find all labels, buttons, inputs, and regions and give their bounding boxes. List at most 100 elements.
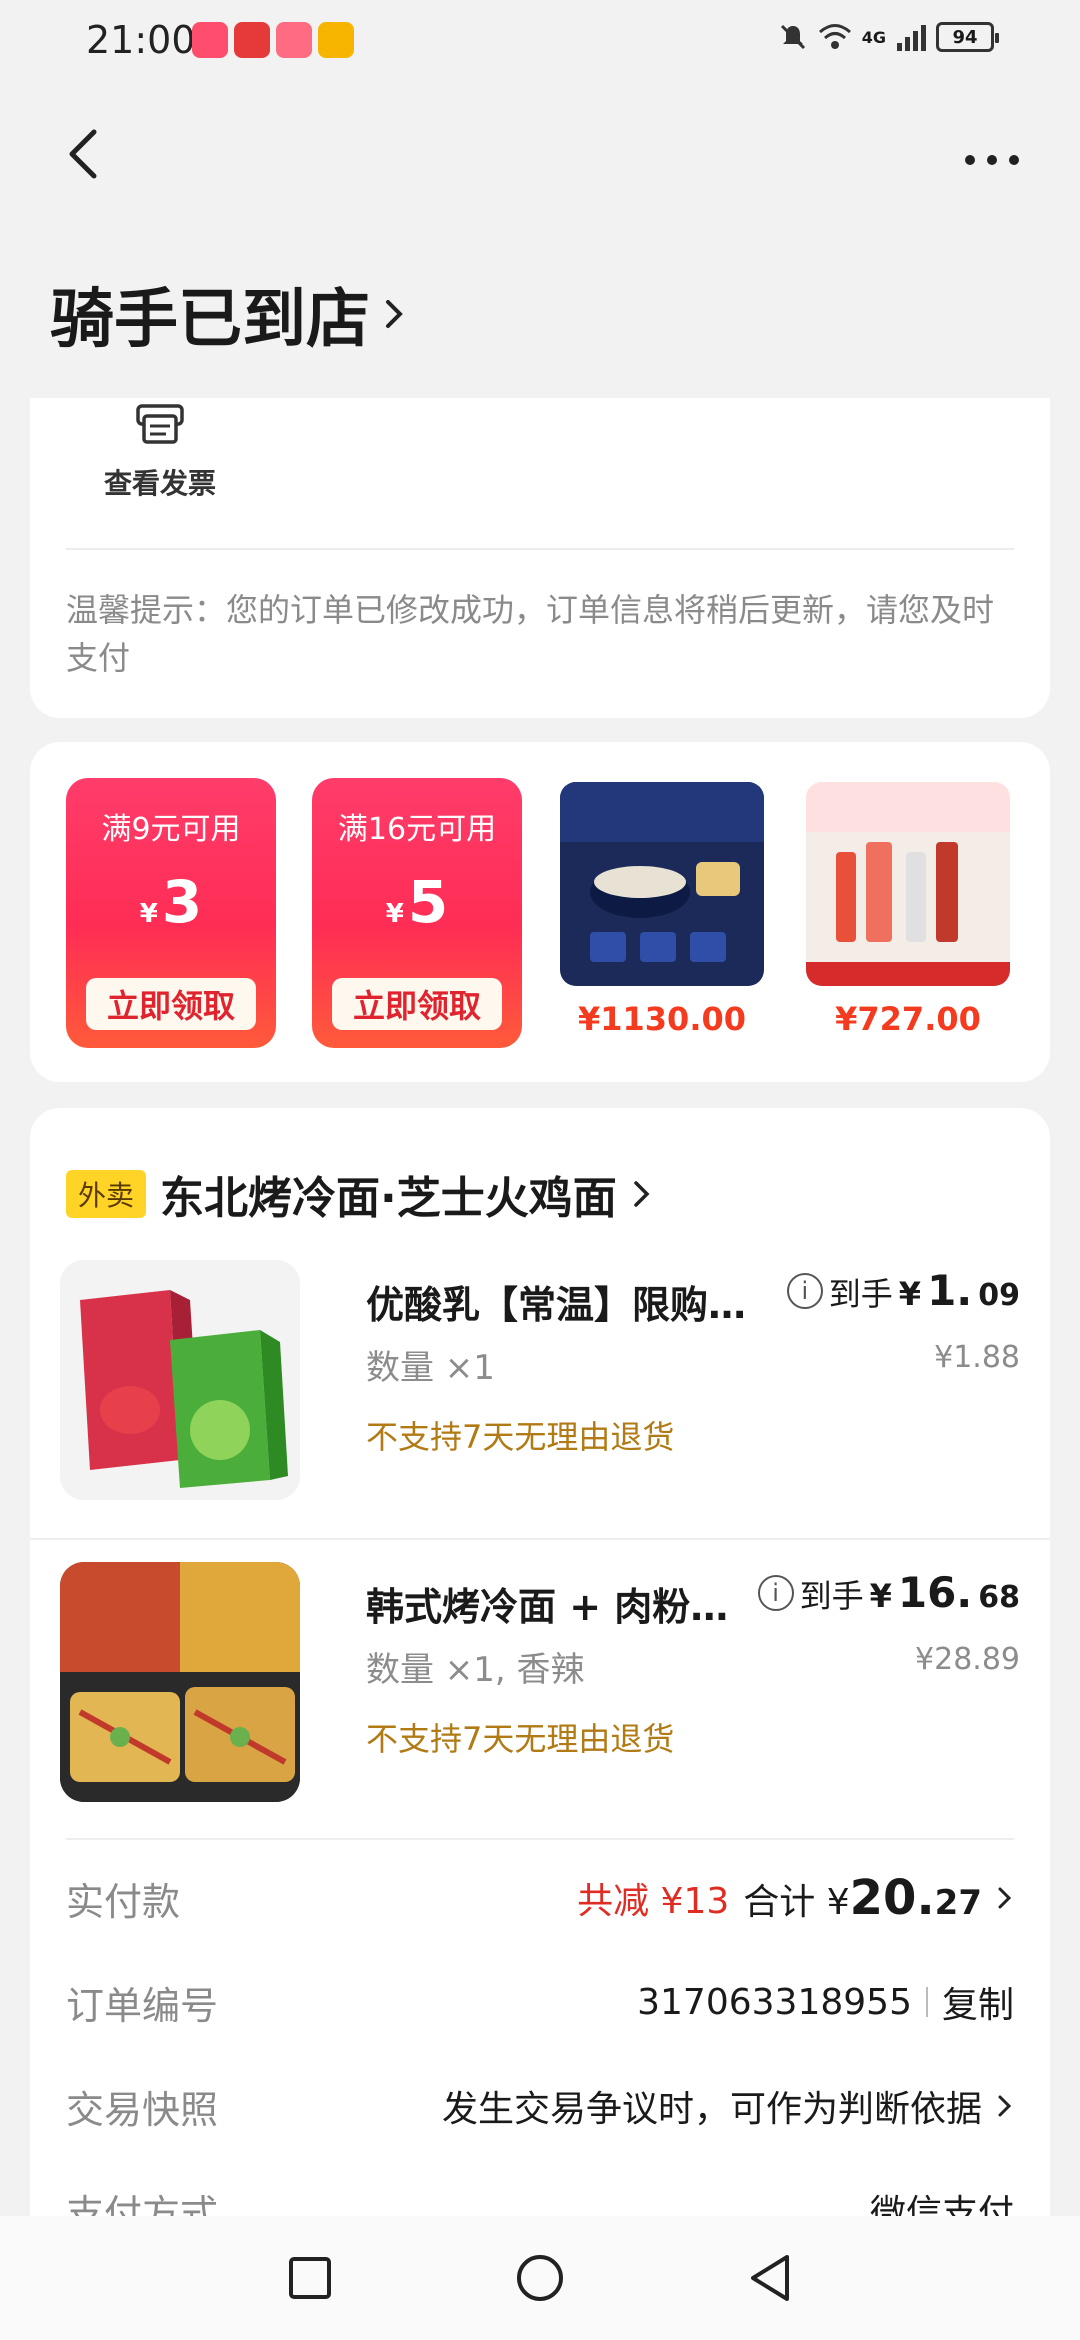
mute-bell-icon	[780, 24, 805, 50]
order-item[interactable]: 优酸乳【常温】限购… i 到手 ¥ 1. 09 数量 ×1 ¥1.88 不支持7…	[60, 1260, 1020, 1500]
signal-icon	[897, 25, 926, 51]
promo-product[interactable]: ¥727.00	[806, 782, 1010, 1038]
coupon-amount: ¥ 3	[140, 868, 202, 936]
price-integer: 1.	[927, 1266, 973, 1315]
back-button[interactable]	[60, 126, 104, 182]
snapshot-value-group: 发生交易争议时，可作为判断依据	[442, 2080, 1014, 2132]
divider	[66, 548, 1014, 550]
item-original-price: ¥1.88	[934, 1340, 1020, 1375]
price-decimal: 09	[978, 1278, 1020, 1313]
status-indicators: 4G 94	[778, 22, 999, 52]
total-integer: 20.	[849, 1870, 935, 1926]
total-amount: 合计 ¥20.27	[743, 1870, 982, 1926]
product-image	[806, 782, 1010, 986]
more-dot	[965, 155, 975, 165]
chevron-right-icon	[386, 300, 403, 328]
payment-label: 实付款	[66, 1879, 181, 1924]
chevron-right-icon	[998, 2095, 1012, 2117]
product-price: ¥727.00	[835, 1000, 981, 1038]
order-number: 317063318955	[637, 1981, 912, 2023]
status-app-icons	[192, 22, 354, 58]
price-integer: 16.	[897, 1568, 973, 1617]
discount-amount: 共减 ¥13	[577, 1881, 730, 1922]
more-button[interactable]	[952, 140, 1032, 180]
more-dot	[987, 155, 997, 165]
order-actions-card: 查看发票 温馨提示：您的订单已修改成功，订单信息将稍后更新，请您及时支付	[30, 398, 1050, 718]
system-nav-bar	[0, 2216, 1080, 2340]
item-price: i 到手 ¥ 16. 68	[757, 1568, 1020, 1617]
item-original-price: ¥28.89	[915, 1642, 1020, 1677]
product-image	[560, 782, 764, 986]
coupon-item[interactable]: 满9元可用 ¥ 3 立即领取	[66, 778, 276, 1048]
payment-value: 共减 ¥13 合计 ¥20.27	[577, 1870, 1014, 1926]
product-price: ¥1130.00	[577, 1000, 746, 1038]
divider	[66, 1838, 1014, 1840]
app-618-icon	[276, 22, 312, 58]
price-currency: ¥	[869, 1577, 892, 1615]
copy-button[interactable]: 复制	[942, 1976, 1014, 2028]
return-policy-note: 不支持7天无理由退货	[366, 1720, 675, 1758]
page-title: 骑手已到店	[50, 283, 370, 357]
store-link[interactable]: 外卖 东北烤冷面·芝士火鸡面	[66, 1162, 653, 1226]
order-item[interactable]: 韩式烤冷面 + 肉粉… i 到手 ¥ 16. 68 数量 ×1, 香辣 ¥28.…	[60, 1562, 1020, 1802]
order-detail-card: 外卖 东北烤冷面·芝士火鸡面 优酸乳【常温】限购… i 到手 ¥ 1. 09 数…	[30, 1108, 1050, 2258]
item-quantity: 数量 ×1, 香辣	[366, 1650, 585, 1690]
price-currency: ¥	[898, 1275, 922, 1313]
divider	[30, 1538, 1050, 1540]
total-decimal: 27	[934, 1883, 982, 1923]
app-huawei-icon	[234, 22, 270, 58]
coupon-card: 满9元可用 ¥ 3 立即领取 满16元可用 ¥ 5 立即领取 ¥1130.00 …	[30, 742, 1050, 1082]
recent-apps-button[interactable]	[285, 2253, 335, 2303]
network-type: 4G	[861, 27, 886, 47]
chevron-left-icon	[69, 129, 97, 179]
price-label: 到手	[799, 1577, 864, 1615]
tip-text: 温馨提示：您的订单已修改成功，订单信息将稍后更新，请您及时支付	[66, 591, 995, 677]
return-policy-note: 不支持7天无理由退货	[366, 1418, 675, 1456]
delivery-tag: 外卖	[66, 1170, 147, 1218]
back-triangle-icon	[751, 2255, 789, 2301]
chevron-right-icon	[633, 1181, 650, 1207]
item-title: 韩式烤冷面 + 肉粉…	[366, 1585, 729, 1629]
promo-product[interactable]: ¥1130.00	[560, 782, 764, 1038]
app-weibo-icon	[318, 22, 354, 58]
info-icon[interactable]: i	[757, 1574, 794, 1611]
coupon-item[interactable]: 满16元可用 ¥ 5 立即领取	[312, 778, 522, 1048]
store-name: 东北烤冷面·芝士火鸡面	[160, 1173, 617, 1224]
more-dot	[1009, 155, 1019, 165]
total-label: 合计 ¥	[743, 1882, 850, 1923]
order-status-title[interactable]: 骑手已到店	[50, 268, 406, 360]
coupon-condition: 满9元可用	[101, 812, 241, 847]
info-icon[interactable]: i	[786, 1272, 823, 1309]
system-back-button[interactable]	[745, 2253, 795, 2303]
home-button[interactable]	[515, 2253, 565, 2303]
snapshot-value: 发生交易争议时，可作为判断依据	[441, 2089, 982, 2130]
divider	[925, 1987, 928, 2017]
order-number-value-group: 317063318955 复制	[637, 1976, 1014, 2028]
claim-coupon-button[interactable]: 立即领取	[86, 978, 256, 1030]
wifi-icon	[818, 24, 851, 49]
payment-row[interactable]: 实付款 共减 ¥13 合计 ¥20.27	[66, 1868, 1014, 1928]
item-quantity: 数量 ×1	[366, 1348, 495, 1388]
item-price: i 到手 ¥ 1. 09	[786, 1266, 1020, 1315]
home-icon	[517, 2255, 563, 2301]
claim-coupon-button[interactable]: 立即领取	[332, 978, 502, 1030]
coupon-currency: ¥	[385, 899, 404, 929]
coupon-currency: ¥	[139, 899, 158, 929]
item-title: 优酸乳【常温】限购…	[366, 1283, 747, 1327]
recent-apps-icon	[289, 2257, 331, 2299]
app-618-icon	[192, 22, 228, 58]
price-label: 到手	[828, 1275, 893, 1313]
price-decimal: 68	[978, 1580, 1020, 1615]
status-bar: 21:00 4G 94	[0, 0, 1080, 84]
battery-level: 94	[952, 26, 978, 48]
order-number-row: 订单编号 317063318955 复制	[66, 1972, 1014, 2032]
item-image	[60, 1260, 300, 1500]
view-invoice-button[interactable]: 查看发票	[70, 398, 250, 518]
order-number-label: 订单编号	[66, 1983, 219, 2028]
item-image	[60, 1562, 300, 1802]
snapshot-label: 交易快照	[66, 2087, 219, 2132]
status-time: 21:00	[86, 18, 196, 62]
snapshot-row[interactable]: 交易快照 发生交易争议时，可作为判断依据	[66, 2076, 1014, 2136]
coupon-amount: ¥ 5	[386, 868, 448, 936]
coupon-value: 3	[161, 868, 203, 936]
